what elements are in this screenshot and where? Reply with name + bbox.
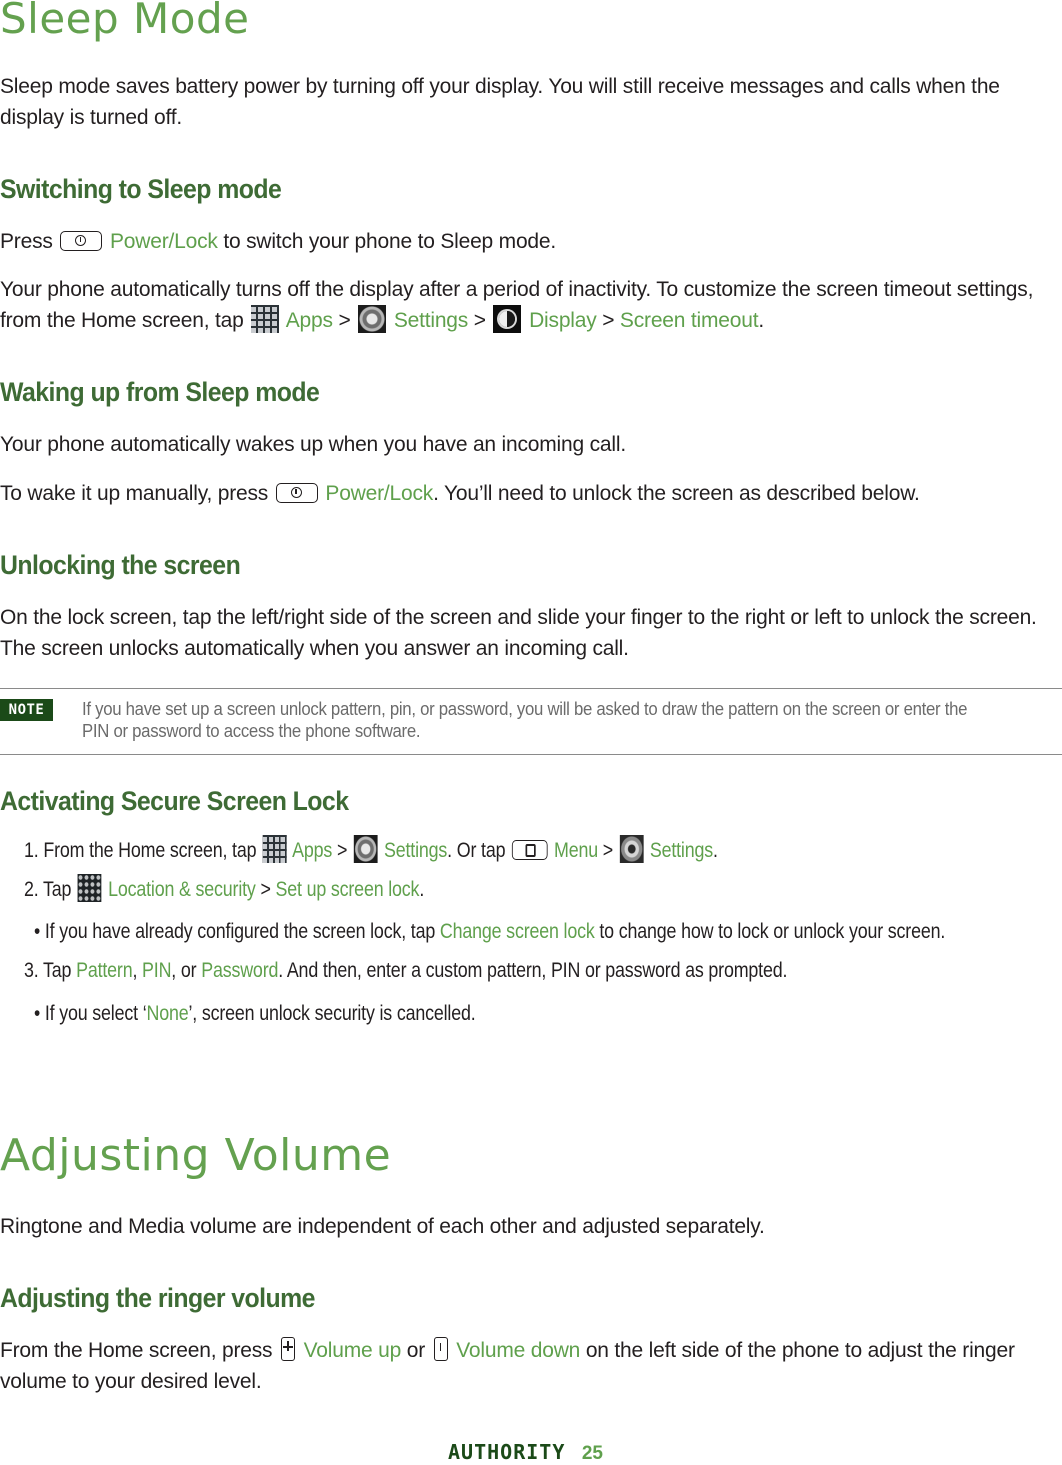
pattern-link[interactable]: Pattern	[76, 959, 133, 982]
display-link[interactable]: Display	[529, 309, 597, 332]
sleep-intro-line-1: Sleep mode saves battery power by turnin…	[0, 75, 1000, 98]
text: . And then, enter a custom pattern, PIN …	[278, 959, 788, 982]
text: 3. Tap	[24, 959, 72, 982]
heading-ringer-volume: Adjusting the ringer volume	[0, 1283, 315, 1313]
text: Press	[0, 230, 53, 253]
press-power-line: Press Power/Lock to switch your phone to…	[0, 226, 1062, 257]
unlock-paragraph: On the lock screen, tap the left/right s…	[0, 602, 1062, 664]
power-key-icon	[60, 231, 103, 251]
text: To wake it up manually, press	[0, 482, 269, 505]
heading-switching-sleep: Switching to Sleep mode	[0, 174, 282, 204]
apps-link[interactable]: Apps	[286, 309, 333, 332]
text: If you have set up a screen unlock patte…	[82, 699, 968, 719]
step-3-bullet: • If you select ‘None’, screen unlock se…	[34, 999, 476, 1029]
text: . You’ll need to unlock the screen as de…	[433, 482, 920, 505]
text: PIN or password to access the phone soft…	[82, 721, 421, 741]
text: to switch your phone to Sleep mode.	[223, 230, 557, 253]
volume-down-key-icon	[433, 1337, 448, 1361]
set-up-screen-lock-link[interactable]: Set up screen lock	[276, 878, 420, 901]
text: . Or tap	[447, 839, 506, 862]
heading-waking-up: Waking up from Sleep mode	[0, 377, 320, 407]
apps-link[interactable]: Apps	[292, 839, 332, 862]
page-title-adjusting-volume: Adjusting Volume	[0, 1130, 392, 1181]
text: from the Home screen, tap	[0, 309, 244, 332]
separator: >	[602, 309, 615, 332]
note-box: NOTE If you have set up a screen unlock …	[0, 688, 1062, 755]
settings-link[interactable]: Settings	[384, 839, 447, 862]
power-lock-link[interactable]: Power/Lock	[325, 482, 433, 505]
power-key-icon	[275, 483, 318, 503]
page-title-sleep-mode: Sleep Mode	[0, 0, 250, 43]
screen-timeout-paragraph: Your phone automatically turns off the d…	[0, 274, 1062, 336]
separator: >	[338, 309, 351, 332]
screen-timeout-link[interactable]: Screen timeout	[620, 309, 759, 332]
settings-link[interactable]: Settings	[394, 309, 468, 332]
text: , or	[171, 959, 197, 982]
ringer-paragraph: From the Home screen, press Volume up or…	[0, 1335, 1062, 1397]
volume-down-link[interactable]: Volume down	[456, 1339, 580, 1362]
pin-link[interactable]: PIN	[142, 959, 171, 982]
text: • If you have already configured the scr…	[34, 920, 436, 943]
sleep-intro-line-2: display is turned off.	[0, 106, 182, 129]
sleep-intro: Sleep mode saves battery power by turnin…	[0, 71, 1062, 133]
volume-up-key-icon	[281, 1337, 295, 1361]
text: or	[406, 1339, 425, 1362]
text: ’, screen unlock security is cancelled.	[188, 1002, 476, 1025]
brand-logo: AUTHORITY	[448, 1440, 566, 1464]
display-brightness-icon	[493, 305, 522, 333]
text: On the lock screen, tap the left/right s…	[0, 606, 1037, 629]
location-security-icon	[77, 874, 102, 902]
menu-link[interactable]: Menu	[554, 839, 598, 862]
wake-manual-line: To wake it up manually, press Power/Lock…	[0, 478, 1062, 509]
step-2: 2. Tap Location & security > Set up scre…	[24, 874, 424, 905]
text: to change how to lock or unlock your scr…	[599, 920, 946, 943]
settings-link[interactable]: Settings	[650, 839, 713, 862]
heading-secure-lock: Activating Secure Screen Lock	[0, 786, 349, 816]
step-1: 1. From the Home screen, tap Apps > Sett…	[24, 835, 718, 866]
text: 1. From the Home screen, tap	[24, 839, 257, 862]
text: 2. Tap	[24, 878, 72, 901]
separator: >	[473, 309, 486, 332]
page-footer: AUTHORITY 25	[448, 1440, 603, 1465]
heading-unlocking: Unlocking the screen	[0, 550, 241, 580]
power-lock-link[interactable]: Power/Lock	[110, 230, 218, 253]
password-link[interactable]: Password	[201, 959, 278, 982]
text: • If you select ‘	[34, 1002, 147, 1025]
text: From the Home screen, press	[0, 1339, 273, 1362]
apps-grid-icon	[251, 305, 280, 333]
text: on the left side of the phone to adjust …	[585, 1339, 1015, 1362]
volume-intro: Ringtone and Media volume are independen…	[0, 1215, 765, 1238]
separator: >	[602, 839, 614, 862]
wake-auto-text: Your phone automatically wakes up when y…	[0, 433, 626, 456]
apps-grid-icon	[262, 835, 287, 863]
note-badge: NOTE	[0, 699, 53, 721]
text: .	[419, 878, 425, 901]
text: .	[758, 309, 764, 332]
page-number: 25	[581, 1443, 603, 1464]
separator: >	[336, 839, 348, 862]
settings-icon	[353, 835, 378, 863]
settings-icon	[619, 835, 644, 863]
settings-icon	[358, 305, 387, 333]
text: volume to your desired level.	[0, 1370, 262, 1393]
none-link[interactable]: None	[146, 1002, 188, 1025]
volume-up-link[interactable]: Volume up	[304, 1339, 402, 1362]
text: The screen unlocks automatically when yo…	[0, 637, 629, 660]
note-text: If you have set up a screen unlock patte…	[82, 698, 989, 742]
step-3: 3. Tap Pattern, PIN, or Password. And th…	[24, 956, 787, 986]
menu-key-icon	[511, 840, 548, 860]
change-screen-lock-link[interactable]: Change screen lock	[440, 920, 595, 943]
text: ,	[132, 959, 138, 982]
separator: >	[260, 878, 271, 901]
step-2-bullet: • If you have already configured the scr…	[34, 917, 945, 947]
text: .	[712, 839, 718, 862]
text: Your phone automatically turns off the d…	[0, 278, 1034, 301]
location-security-link[interactable]: Location & security	[108, 878, 256, 901]
